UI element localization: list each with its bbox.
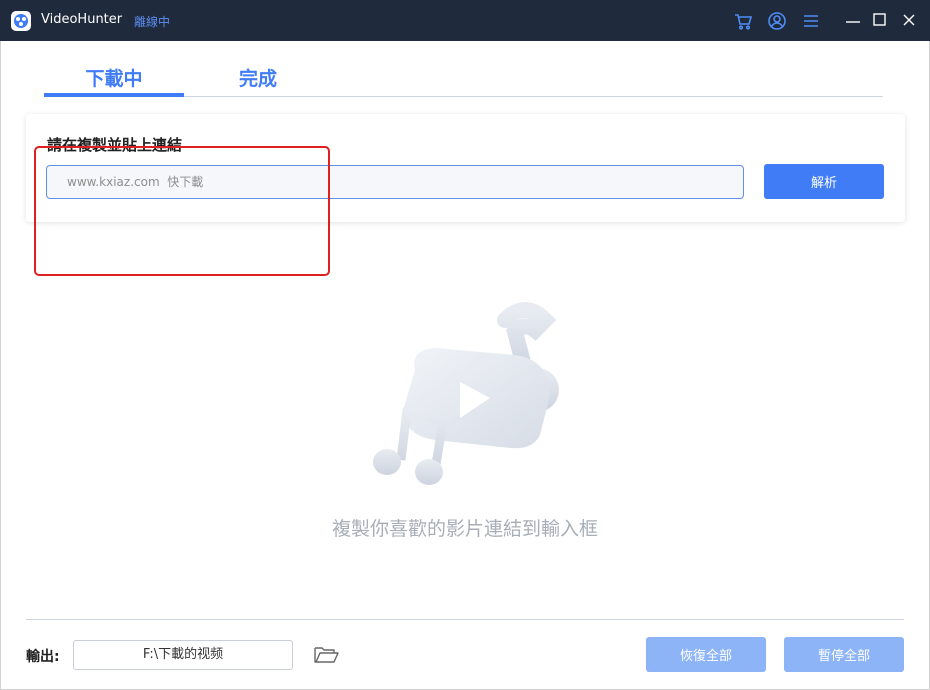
- app-name: VideoHunter: [41, 12, 123, 27]
- active-tab-indicator: [44, 93, 184, 97]
- tab-downloading[interactable]: 下載中: [44, 64, 184, 91]
- app-logo-icon: [11, 11, 31, 31]
- highlight-rectangle: [34, 146, 330, 276]
- menu-icon[interactable]: [801, 11, 821, 31]
- minimize-icon[interactable]: [843, 11, 863, 31]
- resume-all-button[interactable]: 恢復全部: [646, 637, 766, 672]
- folder-icon[interactable]: [313, 645, 340, 665]
- pause-all-button[interactable]: 暫停全部: [784, 637, 904, 672]
- title-bar: VideoHunter 離線中: [0, 0, 930, 41]
- connection-status: 離線中: [134, 15, 171, 29]
- tab-completed[interactable]: 完成: [213, 64, 303, 91]
- empty-state-hint: 複製你喜歡的影片連結到輸入框: [331, 518, 598, 540]
- output-path-field[interactable]: F:\下載的视频: [73, 640, 293, 670]
- account-icon[interactable]: [767, 11, 787, 31]
- output-label: 輸出:: [26, 649, 60, 665]
- footer-divider: [26, 619, 904, 620]
- cart-icon[interactable]: [733, 11, 753, 31]
- parse-button[interactable]: 解析: [764, 164, 884, 199]
- close-icon[interactable]: [899, 11, 919, 31]
- video-music-icon: [365, 300, 575, 495]
- maximize-icon[interactable]: [869, 11, 889, 31]
